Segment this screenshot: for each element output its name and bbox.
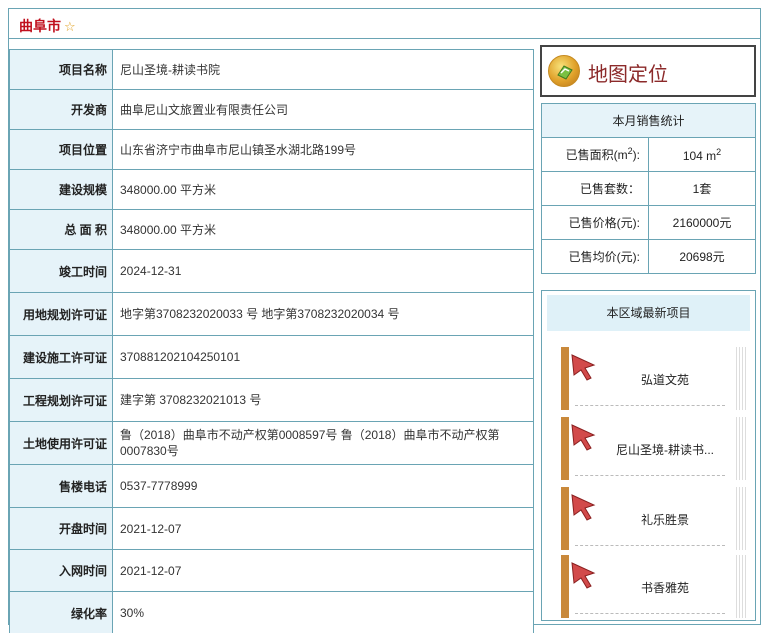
- map-location-button[interactable]: 地图定位: [540, 45, 756, 97]
- thumbnail-strip: [736, 487, 748, 550]
- info-row: 开盘时间 2021-12-07: [9, 507, 534, 550]
- info-label: 绿化率: [9, 591, 113, 633]
- sales-header: 本月销售统计: [541, 103, 756, 138]
- info-row: 建设规模 348000.00 平方米: [9, 169, 534, 210]
- info-label: 开盘时间: [9, 507, 113, 550]
- info-row: 绿化率 30%: [9, 591, 534, 633]
- info-row: 项目位置 山东省济宁市曲阜市尼山镇圣水湖北路199号: [9, 129, 534, 170]
- info-row: 入网时间 2021-12-07: [9, 549, 534, 592]
- sold-area-value-sup: 2: [716, 146, 722, 157]
- info-label: 工程规划许可证: [9, 378, 113, 422]
- title-bar: 曲阜市 ☆: [9, 9, 760, 39]
- project-link[interactable]: 书香雅苑: [561, 555, 748, 618]
- project-name: 弘道文苑: [640, 373, 689, 387]
- sold-units-value: 1套: [648, 171, 756, 206]
- info-row: 工程规划许可证 建字第 3708232021013 号: [9, 378, 534, 422]
- info-label: 入网时间: [9, 549, 113, 592]
- info-row: 建设施工许可证 370881202104250101: [9, 335, 534, 379]
- info-row: 竣工时间 2024-12-31: [9, 249, 534, 293]
- info-value: 0537-7778999: [112, 464, 534, 508]
- map-location-label: 地图定位: [588, 64, 668, 86]
- project-name: 尼山圣境-耕读书...: [616, 443, 714, 457]
- thumbnail-bar: [561, 555, 569, 618]
- info-value: 30%: [112, 591, 534, 633]
- info-label: 建设规模: [9, 169, 113, 210]
- sold-avg-value: 20698元: [648, 239, 756, 274]
- city-title-text: 曲阜市: [19, 18, 61, 34]
- info-value: 山东省济宁市曲阜市尼山镇圣水湖北路199号: [112, 129, 534, 170]
- project-name: 礼乐胜景: [640, 513, 689, 527]
- thumbnail-bar: [561, 487, 569, 550]
- info-value: 2021-12-07: [112, 549, 534, 592]
- project-info-table: 项目名称 尼山圣境-耕读书院 开发商 曲阜尼山文旅置业有限责任公司 项目位置 山东省济…: [9, 49, 534, 633]
- info-value: 2021-12-07: [112, 507, 534, 550]
- cursor-arrow-icon: [571, 562, 596, 589]
- sold-price-label: 已售价格(元):: [541, 205, 649, 240]
- sold-price-value: 2160000元: [648, 205, 756, 240]
- city-title: 曲阜市 ☆: [19, 16, 76, 36]
- project-link[interactable]: 礼乐胜景: [561, 487, 748, 550]
- info-row: 用地规划许可证 地字第3708232020033 号 地字第37082320200…: [9, 292, 534, 336]
- info-label: 总 面 积: [9, 209, 113, 250]
- project-link[interactable]: 弘道文苑: [561, 347, 748, 410]
- info-value: 曲阜尼山文旅置业有限责任公司: [112, 89, 534, 130]
- divider: [575, 405, 725, 406]
- thumbnail-bar: [561, 417, 569, 480]
- info-value: 地字第3708232020033 号 地字第3708232020034 号: [112, 292, 534, 336]
- info-value: 348000.00 平方米: [112, 169, 534, 210]
- project-link[interactable]: 尼山圣境-耕读书...: [561, 417, 748, 480]
- cursor-arrow-icon: [571, 424, 596, 451]
- info-label: 建设施工许可证: [9, 335, 113, 379]
- thumbnail-strip: [736, 347, 748, 410]
- info-label: 竣工时间: [9, 249, 113, 293]
- project-detail-panel: 曲阜市 ☆ 项目名称 尼山圣境-耕读书院 开发商 曲阜尼山文旅置业有限责任公司 项目位…: [8, 8, 761, 633]
- thumbnail-strip: [736, 417, 748, 480]
- info-label: 售楼电话: [9, 464, 113, 508]
- info-label: 项目位置: [9, 129, 113, 170]
- sold-area-label-text: 已售面积(m: [565, 148, 628, 162]
- project-name: 书香雅苑: [640, 581, 689, 595]
- info-label: 开发商: [9, 89, 113, 130]
- divider: [575, 545, 725, 546]
- info-value: 2024-12-31: [112, 249, 534, 293]
- info-label: 用地规划许可证: [9, 292, 113, 336]
- sold-area-label: 已售面积(m2):: [541, 137, 649, 172]
- info-value: 建字第 3708232021013 号: [112, 378, 534, 422]
- sold-area-label-end: ):: [632, 148, 640, 162]
- info-row: 售楼电话 0537-7778999: [9, 464, 534, 508]
- map-globe-icon: [548, 55, 580, 87]
- info-row: 开发商 曲阜尼山文旅置业有限责任公司: [9, 89, 534, 130]
- divider: [575, 475, 725, 476]
- region-header: 本区域最新项目: [547, 295, 750, 331]
- info-row: 土地使用许可证 鲁（2018）曲阜市不动产权第0008597号 鲁（2018）曲阜…: [9, 421, 534, 465]
- divider: [575, 613, 725, 614]
- thumbnail-bar: [561, 347, 569, 410]
- info-value: 尼山圣境-耕读书院: [112, 49, 534, 90]
- info-row: 总 面 积 348000.00 平方米: [9, 209, 534, 250]
- info-value: 370881202104250101: [112, 335, 534, 379]
- info-label: 土地使用许可证: [9, 421, 113, 465]
- sold-area-value: 104 m2: [648, 137, 756, 172]
- sold-units-label: 已售套数：: [541, 171, 649, 206]
- monthly-sales-table: 本月销售统计 已售面积(m2): 104 m2 已售套数： 1套 已售价格(元):…: [541, 103, 756, 274]
- sold-avg-label: 已售均价(元):: [541, 239, 649, 274]
- thumbnail-strip: [736, 555, 748, 618]
- region-latest-projects: 本区域最新项目 弘道文苑 尼山圣境-耕读书... 礼乐胜景 书香雅苑: [541, 290, 756, 621]
- cursor-arrow-icon: [571, 494, 596, 521]
- info-label: 项目名称: [9, 49, 113, 90]
- info-value: 348000.00 平方米: [112, 209, 534, 250]
- sold-area-value-text: 104 m: [682, 148, 717, 163]
- star-icon: ☆: [64, 19, 76, 34]
- cursor-arrow-icon: [571, 354, 596, 381]
- info-value: 鲁（2018）曲阜市不动产权第0008597号 鲁（2018）曲阜市不动产权第0…: [112, 421, 534, 465]
- info-row: 项目名称 尼山圣境-耕读书院: [9, 49, 534, 90]
